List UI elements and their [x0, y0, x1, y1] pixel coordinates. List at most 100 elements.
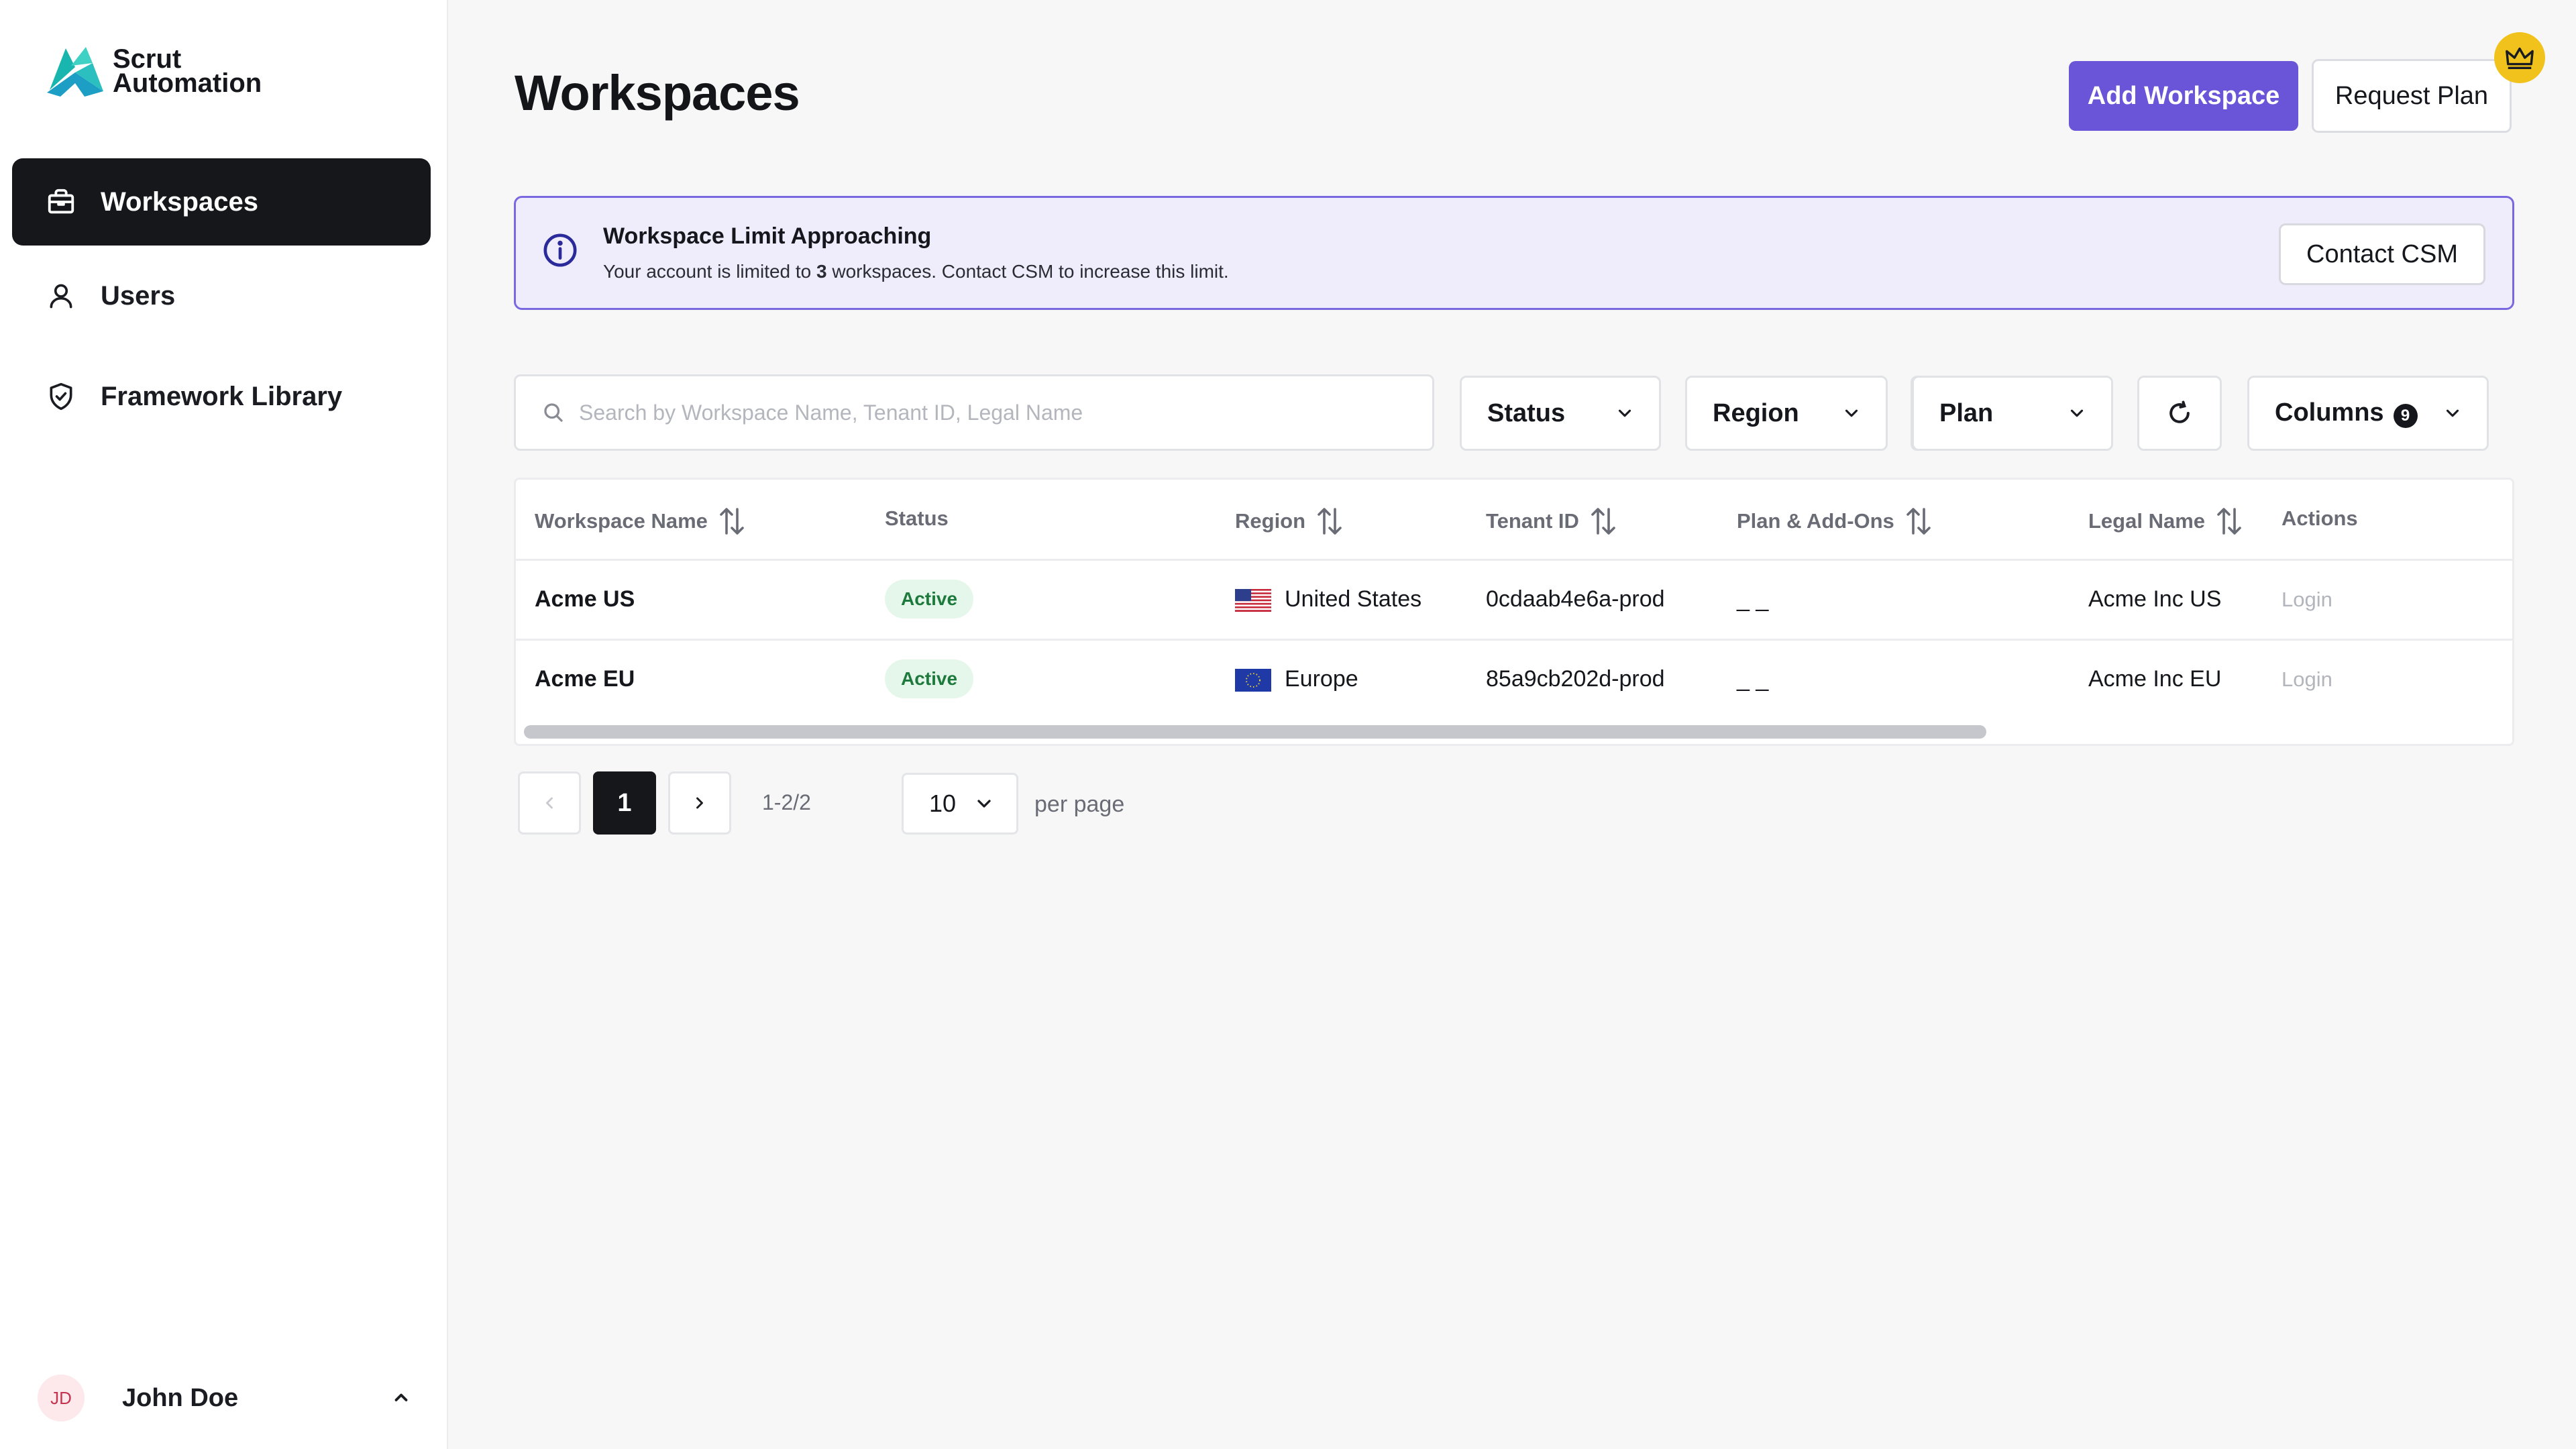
refresh-icon [2169, 400, 2190, 423]
sidebar-item-label: Workspaces [101, 186, 258, 217]
page-button-current[interactable]: 1 [593, 771, 656, 835]
alert-title: Workspace Limit Approaching [603, 223, 932, 249]
sidebar-item-framework-library[interactable]: Framework Library [12, 346, 431, 447]
sidebar-item-workspaces[interactable]: Workspaces [12, 158, 431, 246]
add-workspace-button[interactable]: Add Workspace [2069, 61, 2298, 131]
table-header: Workspace Name Status Region Tenant ID P… [516, 480, 2512, 561]
next-page-button[interactable] [668, 771, 731, 835]
chevron-left-icon [546, 797, 553, 809]
workspace-name-cell: Acme US [535, 586, 635, 612]
workspaces-table: Workspace Name Status Region Tenant ID P… [514, 478, 2514, 746]
login-link[interactable]: Login [2282, 667, 2332, 692]
region-name: United States [1285, 586, 1422, 612]
plan-filter-dropdown[interactable]: Plan [1912, 376, 2113, 451]
sort-icon[interactable] [1590, 506, 1617, 536]
briefcase-icon [44, 185, 78, 219]
shield-check-icon [44, 380, 78, 413]
us-flag-icon [1235, 589, 1271, 612]
info-icon [543, 233, 577, 267]
legal-name-cell: Acme Inc EU [2088, 666, 2222, 692]
per-page-select[interactable]: 10 [902, 773, 1018, 835]
region-cell: Europe [1235, 666, 1358, 692]
alert-body-suffix: workspaces. Contact CSM to increase this… [826, 261, 1229, 282]
status-badge: Active [885, 580, 974, 619]
plan-filter-label: Plan [1939, 398, 1994, 427]
sort-icon[interactable] [1316, 506, 1343, 536]
user-name: John Doe [122, 1383, 239, 1412]
column-header-label: Plan & Add-Ons [1737, 509, 1894, 533]
search-input[interactable] [578, 399, 1432, 426]
region-cell: United States [1235, 586, 1421, 612]
region-filter-dropdown[interactable]: Region [1685, 376, 1888, 451]
contact-csm-button[interactable]: Contact CSM [2279, 223, 2485, 285]
status-filter-dropdown[interactable]: Status [1460, 376, 1661, 451]
column-header-plan-addons[interactable]: Plan & Add-Ons [1737, 506, 1932, 536]
column-header-region[interactable]: Region [1235, 506, 1343, 536]
search-icon [544, 403, 563, 422]
request-plan-button[interactable]: Request Plan [2312, 59, 2512, 133]
brand-name: Scrut Automation [113, 44, 262, 98]
chevron-down-icon [2446, 409, 2459, 417]
plan-cell: _ _ [1737, 666, 1769, 692]
sort-icon[interactable] [2216, 506, 2243, 536]
column-header-label: Workspace Name [535, 509, 708, 533]
column-header-legal-name[interactable]: Legal Name [2088, 506, 2243, 536]
eu-flag-icon [1235, 669, 1271, 692]
page-title: Workspaces [515, 65, 800, 121]
columns-dropdown[interactable]: Columns 9 [2247, 376, 2489, 451]
sidebar-item-label: Framework Library [101, 381, 343, 411]
scrut-logo-icon [47, 47, 103, 97]
sidebar-item-label: Users [101, 280, 176, 311]
column-header-actions: Actions [2282, 506, 2358, 531]
chevron-down-icon [1618, 409, 1631, 417]
columns-label-wrap: Columns 9 [2275, 398, 2418, 428]
column-header-workspace-name[interactable]: Workspace Name [535, 506, 745, 536]
column-header-tenant-id[interactable]: Tenant ID [1486, 506, 1617, 536]
per-page-value: 10 [929, 790, 957, 817]
columns-label: Columns [2275, 398, 2384, 427]
horizontal-scrollbar[interactable] [520, 722, 2506, 741]
region-filter-label: Region [1713, 398, 1799, 427]
user-icon [44, 279, 78, 313]
column-header-status: Status [885, 506, 949, 531]
plan-cell: _ _ [1737, 586, 1769, 612]
chevron-right-icon [696, 797, 703, 809]
sort-icon[interactable] [1905, 506, 1932, 536]
sidebar: Scrut Automation Workspaces Users Framew… [0, 0, 448, 1449]
sidebar-nav: Workspaces Users Framework Library [12, 158, 431, 460]
brand-line-2: Automation [113, 68, 262, 98]
sidebar-item-users[interactable]: Users [12, 246, 431, 346]
user-menu[interactable]: JD John Doe [38, 1371, 413, 1425]
per-page-label: per page [1034, 792, 1125, 817]
sort-icon[interactable] [718, 506, 745, 536]
prev-page-button[interactable] [518, 771, 581, 835]
alert-body: Your account is limited to 3 workspaces.… [603, 261, 1229, 282]
chevron-down-icon [2070, 409, 2084, 417]
login-link[interactable]: Login [2282, 588, 2332, 612]
pagination: 1 1-2/2 10 per page [514, 771, 1319, 836]
column-header-label: Legal Name [2088, 509, 2206, 533]
chevron-down-icon [977, 800, 991, 808]
region-name: Europe [1285, 666, 1358, 692]
refresh-button[interactable] [2137, 376, 2222, 451]
workspace-name-cell: Acme EU [535, 666, 635, 692]
status-badge: Active [885, 659, 974, 698]
page-range: 1-2/2 [762, 790, 811, 814]
alert-body-prefix: Your account is limited to [603, 261, 817, 282]
brand-logo[interactable]: Scrut Automation [46, 43, 262, 99]
column-header-label: Actions [2282, 506, 2358, 530]
chevron-down-icon [1845, 409, 1858, 417]
workspace-limit-alert: Workspace Limit Approaching Your account… [514, 196, 2514, 310]
main-content: Workspaces Add Workspace Request Plan Wo… [448, 0, 2576, 1449]
crown-icon [2494, 32, 2545, 83]
table-row: Acme US Active United States 0cdaab4e6a-… [516, 561, 2512, 641]
brand-line-1: Scrut [113, 44, 182, 74]
chevron-up-icon[interactable] [389, 1386, 413, 1410]
search-box[interactable] [514, 374, 1434, 451]
tenant-id-cell: 0cdaab4e6a-prod [1486, 586, 1665, 612]
workspace-limit-value: 3 [816, 261, 827, 282]
column-header-label: Tenant ID [1486, 509, 1579, 533]
scrollbar-thumb[interactable] [524, 725, 1986, 739]
table-row: Acme EU Active Europe 85a9cb202d-prod _ … [516, 641, 2512, 718]
tenant-id-cell: 85a9cb202d-prod [1486, 666, 1665, 692]
